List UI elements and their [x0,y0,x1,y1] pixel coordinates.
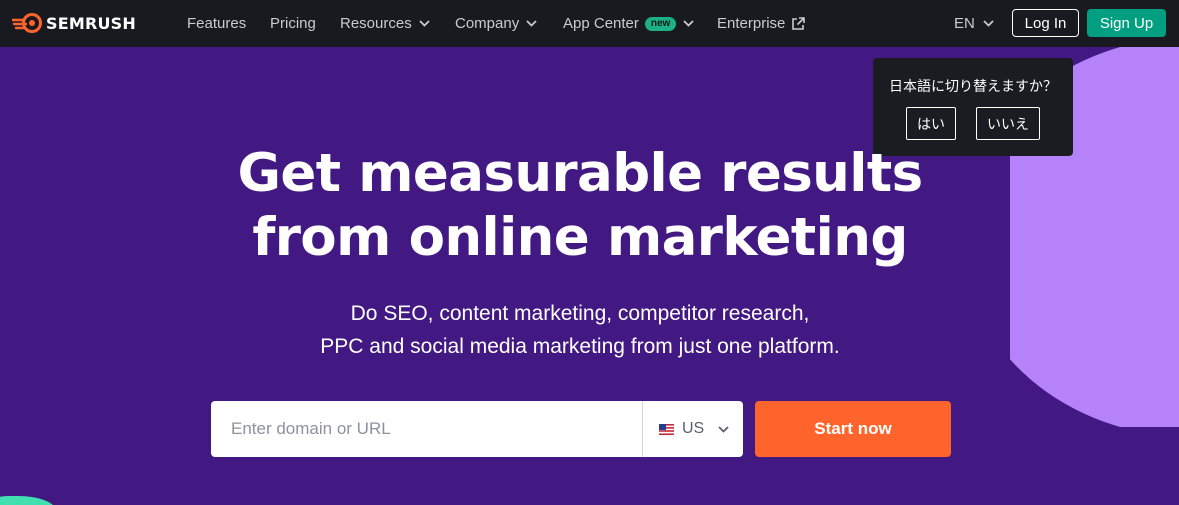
country-selector[interactable]: US [643,401,743,457]
nav-item-label: Company [455,15,520,32]
hero-subtitle: Do SEO, content marketing, competitor re… [0,297,1160,363]
top-nav: SEMRUSH Features Pricing Resources Compa… [0,0,1179,47]
nav-item-enterprise[interactable]: Enterprise [717,0,806,47]
language-label: EN [954,15,975,32]
us-flag-icon [659,423,674,435]
chevron-down-icon [983,20,994,27]
new-badge: new [644,16,677,31]
brand-name: SEMRUSH [46,13,137,33]
external-link-icon [792,16,806,30]
nav-item-label: Pricing [270,15,316,32]
headline-line-1: Get measurable results [237,143,923,204]
chevron-down-icon [718,425,729,433]
chevron-down-icon [683,20,694,27]
headline-line-2: from online marketing [252,207,908,268]
domain-search-box: US [211,401,743,457]
chevron-down-icon [419,20,430,27]
language-selector[interactable]: EN [954,0,994,47]
decorative-mint-shape [0,496,56,505]
semrush-logo[interactable]: SEMRUSH [12,12,136,34]
nav-item-resources[interactable]: Resources [340,0,430,47]
country-code: US [682,420,705,437]
nav-item-label: App Center [563,15,639,32]
subtitle-line-2: PPC and social media marketing from just… [320,335,840,358]
nav-item-label: Resources [340,15,412,32]
nav-item-company[interactable]: Company [455,0,537,47]
hero-headline: Get measurable results from online marke… [0,142,1160,270]
language-switch-yes-button[interactable]: はい [906,107,956,140]
language-switch-no-button[interactable]: いいえ [976,107,1040,140]
language-switch-question: 日本語に切り替えますか？ [889,78,1057,94]
domain-input[interactable] [211,401,642,457]
chevron-down-icon [526,20,537,27]
start-now-button[interactable]: Start now [755,401,951,457]
nav-item-pricing[interactable]: Pricing [270,0,316,47]
nav-item-label: Enterprise [717,15,786,32]
semrush-fire-icon [12,13,42,33]
nav-item-app-center[interactable]: App Center new [563,0,694,47]
nav-item-features[interactable]: Features [187,0,246,47]
subtitle-line-1: Do SEO, content marketing, competitor re… [350,302,810,325]
signup-button[interactable]: Sign Up [1087,9,1166,37]
nav-item-label: Features [187,15,247,32]
login-button[interactable]: Log In [1012,9,1079,37]
